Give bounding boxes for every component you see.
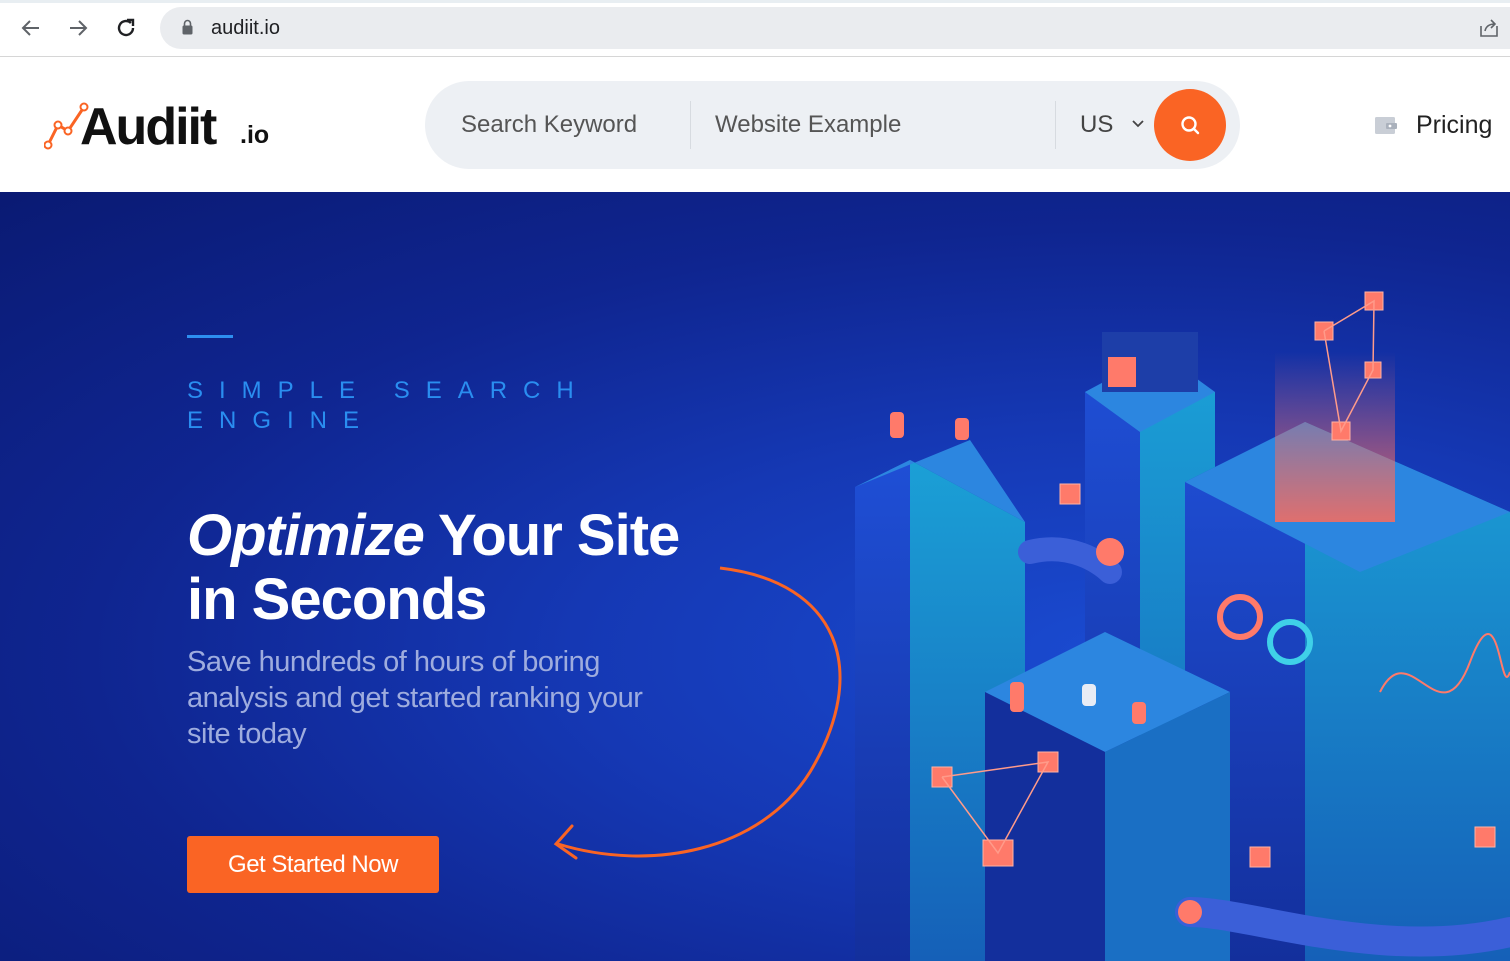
hero-eyebrow: SIMPLE SEARCH ENGINE bbox=[187, 377, 590, 434]
pricing-link[interactable]: Pricing bbox=[1374, 109, 1492, 141]
arrow-right-icon bbox=[70, 20, 88, 36]
search-keyword-input[interactable] bbox=[425, 81, 691, 169]
hero-section: SIMPLE SEARCH ENGINE Optimize Your Site … bbox=[0, 192, 1510, 961]
logo-text: Audiit bbox=[80, 98, 217, 156]
country-value: US bbox=[1080, 111, 1114, 138]
search-icon bbox=[1181, 116, 1200, 135]
reload-button[interactable] bbox=[112, 14, 140, 42]
url-text: audiit.io bbox=[211, 17, 280, 39]
search-divider bbox=[1055, 101, 1056, 149]
pricing-label: Pricing bbox=[1416, 110, 1493, 139]
curved-arrow-icon bbox=[553, 566, 842, 860]
reload-icon bbox=[117, 18, 135, 37]
isometric-city-illustration bbox=[855, 291, 1510, 961]
website-input[interactable] bbox=[691, 81, 1055, 169]
address-bar[interactable]: audiit.io bbox=[160, 7, 1510, 49]
site-header: Audiit .io US Pricing bbox=[0, 57, 1510, 192]
lock-icon bbox=[182, 19, 193, 35]
forward-button[interactable] bbox=[64, 14, 92, 42]
logo[interactable]: Audiit .io bbox=[44, 97, 284, 157]
back-button[interactable] bbox=[17, 14, 45, 42]
arrow-left-icon bbox=[21, 20, 39, 36]
chevron-down-icon bbox=[1132, 120, 1144, 128]
get-started-button[interactable]: Get Started Now bbox=[187, 836, 439, 893]
logo-tld: .io bbox=[240, 121, 270, 149]
search-button[interactable] bbox=[1154, 89, 1226, 161]
hero-title-emphasis: Optimize bbox=[187, 503, 425, 568]
search-bar: US bbox=[425, 81, 1240, 169]
tab-strip-edge bbox=[0, 0, 1510, 3]
country-select[interactable]: US bbox=[1065, 81, 1155, 169]
browser-toolbar: audiit.io bbox=[0, 0, 1510, 57]
wallet-icon bbox=[1375, 117, 1397, 134]
share-icon[interactable] bbox=[1478, 17, 1500, 39]
hero-accent-line bbox=[187, 335, 233, 338]
